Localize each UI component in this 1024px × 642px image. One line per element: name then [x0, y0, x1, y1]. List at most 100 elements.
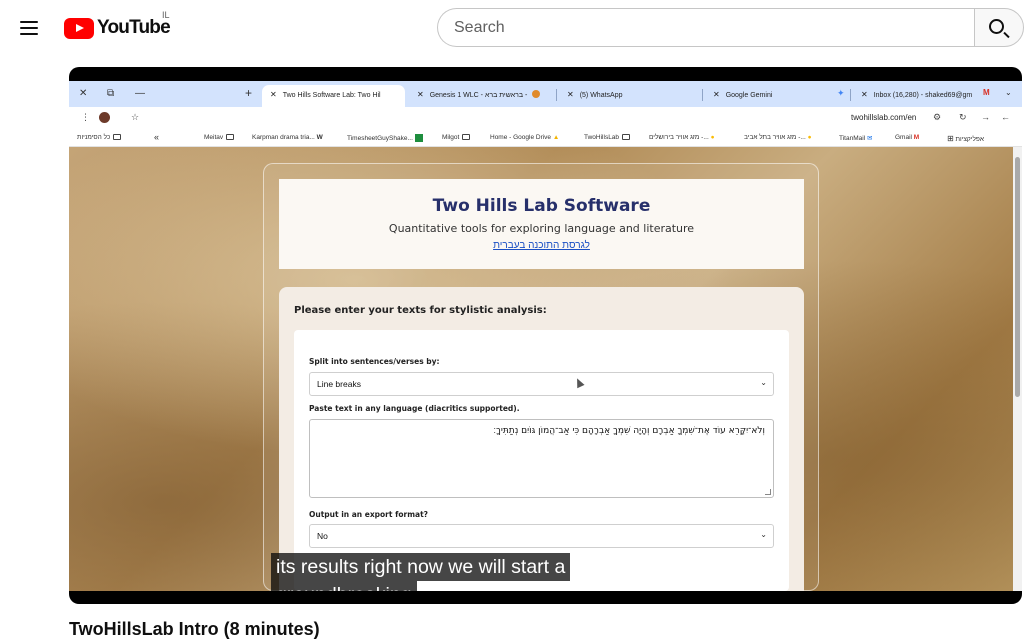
- search-button[interactable]: [974, 8, 1024, 47]
- youtube-play-icon: [64, 17, 94, 39]
- weather-icon: ●: [710, 134, 715, 141]
- bookmark-milgot: Milgot: [442, 134, 471, 141]
- video-player[interactable]: ✕ ⧉ — + ✕ Two Hills Software Lab: Two Hil…: [69, 67, 1022, 604]
- tab-label: (5) WhatsApp: [579, 92, 623, 99]
- video-frame: ✕ ⧉ — + ✕ Two Hills Software Lab: Two Hil…: [69, 81, 1022, 591]
- back-icon: ←: [1001, 112, 1010, 122]
- reload-icon: ↻: [959, 112, 967, 122]
- bookmark-label: מזג אוויר בתל אביב -...: [744, 134, 806, 141]
- export-select-value: No: [317, 531, 328, 541]
- page-scrollbar: [1013, 147, 1022, 591]
- mail-icon: ✉: [866, 135, 873, 142]
- close-tab-icon: ✕: [861, 90, 868, 99]
- bookmark-titanmail: TitanMail ✉: [839, 134, 872, 142]
- search-icon: [989, 19, 1004, 34]
- logo-text: YouTube: [97, 17, 171, 38]
- search-input[interactable]: [437, 8, 974, 47]
- restore-window-icon: ⧉: [107, 88, 115, 99]
- bookmark-star-icon: ☆: [131, 112, 140, 122]
- bookmark-label: מזג אוויר בירושלים -...: [649, 134, 709, 141]
- export-label: Output in an export format?: [309, 510, 429, 519]
- gmail-icon: M: [913, 134, 920, 141]
- more-menu-icon: ⋮: [81, 112, 90, 122]
- video-title: TwoHillsLab Intro (8 minutes): [69, 619, 320, 639]
- tab-gemini: ✕ Google Gemini: [705, 85, 840, 107]
- webpage-content: Two Hills Lab Software Quantitative tool…: [69, 147, 1022, 591]
- folder-icon: [462, 134, 471, 140]
- chevron-down-icon: ⌄: [760, 378, 767, 387]
- forward-icon: →: [981, 112, 990, 122]
- tab-separator: [850, 89, 851, 101]
- text-input-value: וְלֹא־יִקָּרֵא עוֹד אֶת־שִׁמְךָ אַבְרָם …: [493, 426, 765, 436]
- bookmark-timesheet: TimesheetGuyShake...: [347, 134, 423, 142]
- bookmark-label: Karpman drama tria...: [252, 134, 315, 141]
- scrollbar-thumb: [1015, 157, 1020, 397]
- site-hero: Two Hills Lab Software Quantitative tool…: [279, 179, 804, 269]
- apps-grid-icon: ⊞: [947, 134, 954, 143]
- bookmark-label: TimesheetGuyShake...: [347, 135, 413, 142]
- bookmark-gmail: Gmail M: [895, 134, 919, 141]
- paste-label: Paste text in any language (diacritics s…: [309, 404, 520, 413]
- folder-icon: [113, 134, 122, 140]
- tab-label: Inbox (16,280) - shaked69@gm: [873, 92, 973, 99]
- address-bar: twohillslab.com/en: [851, 113, 917, 122]
- close-window-icon: ✕: [79, 88, 88, 99]
- menu-icon[interactable]: [16, 14, 44, 42]
- tab-label: Google Gemini: [725, 92, 773, 99]
- analysis-form-card: Please enter your texts for stylistic an…: [279, 287, 804, 591]
- tab-twohills: ✕ Two Hills Software Lab: Two Hil: [262, 85, 405, 107]
- tab-separator: [702, 89, 703, 101]
- bookmark-label: כל הסימניות: [77, 134, 111, 141]
- tab-label: Two Hills Software Lab: Two Hil: [282, 92, 381, 99]
- country-code: IL: [162, 10, 170, 20]
- tab-search-icon: ⌄: [1005, 88, 1012, 97]
- folder-icon: [622, 134, 631, 140]
- bookmark-label: Home - Google Drive: [490, 134, 552, 141]
- loading-icon: [532, 90, 541, 98]
- split-select: Line breaks ⌄: [309, 372, 774, 396]
- browser-tab-strip: ✕ ⧉ — + ✕ Two Hills Software Lab: Two Hil…: [69, 81, 1022, 107]
- close-tab-icon: ✕: [713, 90, 720, 99]
- bookmark-weather-jerusalem: מזג אוויר בירושלים -... ●: [649, 134, 715, 141]
- minimize-window-icon: —: [135, 88, 145, 99]
- site-title: Two Hills Lab Software: [432, 196, 651, 216]
- bookmark-twohillslab: TwoHillsLab: [584, 134, 631, 141]
- export-select: No ⌄: [309, 524, 774, 548]
- wikipedia-icon: W: [316, 134, 323, 141]
- tab-label: Genesis 1 WLC - בראשית ברא -: [429, 92, 528, 99]
- bookmark-label: Meitav: [204, 134, 224, 141]
- hebrew-version-link: לגרסת התוכנה בעברית: [493, 240, 590, 251]
- sheets-icon: [414, 134, 423, 142]
- bookmark-label: TitanMail: [839, 135, 866, 142]
- gmail-icon: M: [983, 88, 990, 97]
- bookmark-label: TwoHillsLab: [584, 134, 620, 141]
- close-tab-icon: ✕: [270, 90, 277, 99]
- drive-icon: ▲: [552, 134, 560, 141]
- bookmarks-bar: כל הסימניות « Meitav Karpman drama tria.…: [69, 129, 1022, 147]
- bookmark-apps: ⊞ אפליקציות: [947, 134, 984, 143]
- caption-line-1: its results right now we will start a: [271, 553, 571, 581]
- profile-avatar: [99, 112, 110, 123]
- split-label: Split into sentences/verses by:: [309, 357, 440, 366]
- youtube-logo[interactable]: YouTube IL: [64, 10, 171, 40]
- chevron-down-icon: ⌄: [760, 530, 767, 539]
- bookmark-all: כל הסימניות: [77, 134, 122, 141]
- bookmark-weather-telaviv: מזג אוויר בתל אביב -... ●: [744, 134, 812, 141]
- bookmark-label: Milgot: [442, 134, 460, 141]
- bookmark-label: Gmail: [895, 134, 912, 141]
- form-heading: Please enter your texts for stylistic an…: [294, 305, 547, 316]
- browser-toolbar: ⋮ ☆ twohillslab.com/en ⚙ ↻ → ←: [69, 107, 1022, 129]
- tab-inbox: ✕ Inbox (16,280) - shaked69@gm: [853, 85, 993, 107]
- bookmark-label: אפליקציות: [955, 136, 984, 143]
- bookmarks-overflow-icon: «: [154, 132, 160, 142]
- video-captions: its results right now we will start a gr…: [271, 553, 571, 591]
- form-fields: Split into sentences/verses by: Line bre…: [294, 330, 789, 591]
- split-select-value: Line breaks: [317, 379, 361, 389]
- bookmark-drive: Home - Google Drive ▲: [490, 134, 559, 141]
- bookmark-meitav: Meitav: [204, 134, 235, 141]
- text-input-area: וְלֹא־יִקָּרֵא עוֹד אֶת־שִׁמְךָ אַבְרָם …: [309, 419, 774, 498]
- tab-separator: [556, 89, 557, 101]
- caption-line-2: groundbreaking: [271, 581, 417, 591]
- tab-whatsapp: ✕ (5) WhatsApp: [559, 85, 699, 107]
- site-settings-icon: ⚙: [933, 112, 942, 122]
